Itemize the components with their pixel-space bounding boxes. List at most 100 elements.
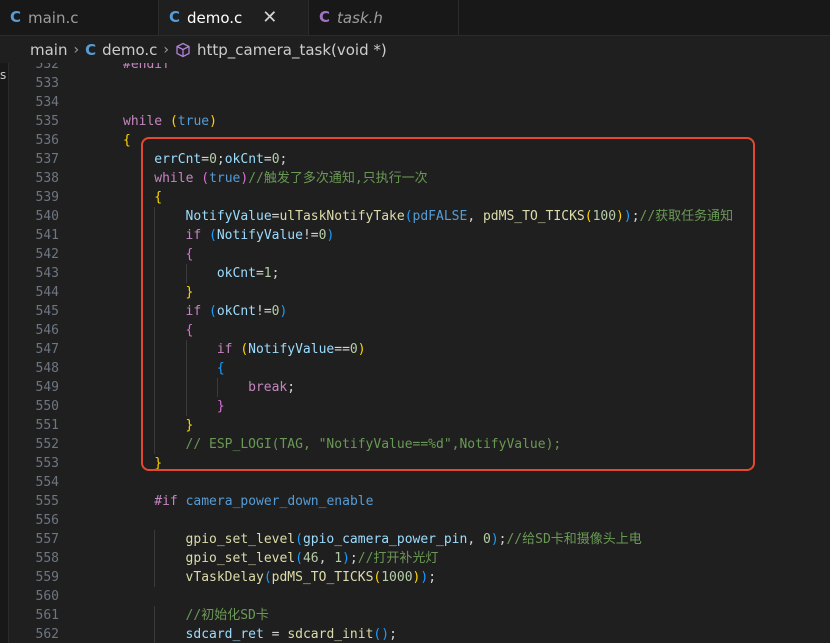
tab-task-h[interactable]: C task.h [309, 0, 459, 35]
indent-guide [154, 302, 156, 321]
code-text: } [154, 456, 163, 471]
code-line[interactable]: 562 sdcard_ret = sdcard_init(); [9, 625, 830, 643]
code-line[interactable]: 532 #endif [9, 63, 830, 74]
code-text: gpio_set_level(46, 1);//打开补光灯 [185, 551, 439, 566]
code-line[interactable]: 555 #if camera_power_down_enable [9, 492, 830, 511]
indent-guide [185, 359, 187, 378]
code-text: if (NotifyValue!=0) [185, 228, 335, 243]
code-line[interactable]: 537 errCnt=0;okCnt=0; [9, 150, 830, 169]
indent-guide [185, 264, 187, 283]
code-line[interactable]: 552 // ESP_LOGI(TAG, "NotifyValue==%d",No… [9, 435, 830, 454]
code-line[interactable]: 533 [9, 74, 830, 93]
code-line[interactable]: 538 while (true)//触发了多次通知,只执行一次 [9, 169, 830, 188]
indent-guide [154, 416, 156, 435]
line-number: 545 [35, 304, 59, 319]
code-text: { [216, 361, 225, 376]
code-text: break; [248, 380, 296, 395]
line-number: 539 [35, 190, 59, 205]
line-number: 540 [35, 209, 59, 224]
chevron-right-icon: › [163, 41, 170, 58]
code-text: } [216, 399, 225, 414]
breadcrumb: main › C demo.c › http_camera_task(void … [0, 36, 830, 63]
indent-guide [154, 207, 156, 226]
code-line[interactable]: 540 NotifyValue=ulTaskNotifyTake(pdFALSE,… [9, 207, 830, 226]
code-line[interactable]: 559 vTaskDelay(pdMS_TO_TICKS(1000)); [9, 568, 830, 587]
c-file-icon: C [319, 8, 331, 26]
tab-demo-c[interactable]: C demo.c ✕ [159, 0, 309, 35]
code-line[interactable]: 549 break; [9, 378, 830, 397]
code-editor[interactable]: 532 #endif 533 534 535 while (true) 536 {537 err… [9, 63, 830, 643]
tab-label: task.h [337, 8, 383, 27]
breadcrumb-symbol[interactable]: http_camera_task(void *) [197, 41, 387, 59]
code-line[interactable]: 554 [9, 473, 830, 492]
code-line[interactable]: 539 { [9, 188, 830, 207]
code-line[interactable]: 543 okCnt=1; [9, 264, 830, 283]
c-file-icon: C [10, 8, 22, 26]
code-line[interactable]: 535 while (true) [9, 112, 830, 131]
line-number: 538 [35, 171, 59, 186]
code-line[interactable]: 560 [9, 587, 830, 606]
code-text: while (true)//触发了多次通知,只执行一次 [154, 171, 428, 186]
method-cube-icon [175, 42, 191, 58]
indent-guide [154, 378, 156, 397]
indent-guide [154, 625, 156, 643]
line-number: 544 [35, 285, 59, 300]
code-text: errCnt=0;okCnt=0; [154, 152, 288, 167]
code-text: { [154, 190, 163, 205]
line-number: 554 [35, 475, 59, 490]
code-line[interactable]: 553} [9, 454, 830, 473]
code-line[interactable]: 558 gpio_set_level(46, 1);//打开补光灯 [9, 549, 830, 568]
line-number: 534 [35, 95, 59, 110]
code-line[interactable]: 541 if (NotifyValue!=0) [9, 226, 830, 245]
tab-main-c[interactable]: C main.c [0, 0, 159, 35]
code-line[interactable]: 547 if (NotifyValue==0) [9, 340, 830, 359]
indent-guide [154, 226, 156, 245]
line-number: 533 [35, 76, 59, 91]
line-number: 562 [35, 627, 59, 642]
indent-guide [154, 530, 156, 549]
code-line[interactable]: 546 { [9, 321, 830, 340]
code-line[interactable]: 548 { [9, 359, 830, 378]
line-number: 535 [35, 114, 59, 129]
line-number: 536 [35, 133, 59, 148]
code-line[interactable]: 545 if (okCnt!=0) [9, 302, 830, 321]
indent-guide [154, 568, 156, 587]
chevron-right-icon: › [73, 41, 80, 58]
indent-guide [185, 340, 187, 359]
line-number: 558 [35, 551, 59, 566]
code-text: #endif [123, 63, 170, 72]
code-line[interactable]: 550} [9, 397, 830, 416]
line-number: 541 [35, 228, 59, 243]
close-icon[interactable]: ✕ [262, 7, 277, 28]
line-number: 560 [35, 589, 59, 604]
code-text: { [185, 247, 194, 262]
code-line[interactable]: 536 { [9, 131, 830, 150]
indent-guide [216, 378, 218, 397]
code-line[interactable]: 542 { [9, 245, 830, 264]
code-line[interactable]: 534 [9, 93, 830, 112]
indent-guide [154, 321, 156, 340]
code-text: vTaskDelay(pdMS_TO_TICKS(1000)); [185, 570, 437, 585]
line-number: 546 [35, 323, 59, 338]
code-text: if (NotifyValue==0) [216, 342, 366, 357]
line-number: 549 [35, 380, 59, 395]
tab-label: demo.c [187, 8, 243, 27]
c-file-icon: C [169, 8, 181, 26]
code-text: while (true) [123, 114, 217, 129]
code-line[interactable]: 561 //初始化SD卡 [9, 606, 830, 625]
sidebar-edge: s [0, 63, 9, 643]
indent-guide [154, 397, 156, 416]
breadcrumb-folder[interactable]: main [30, 41, 67, 59]
line-number: 548 [35, 361, 59, 376]
code-line[interactable]: 557 gpio_set_level(gpio_camera_power_pin,… [9, 530, 830, 549]
code-line[interactable]: 556 [9, 511, 830, 530]
indent-guide [154, 264, 156, 283]
line-number: 542 [35, 247, 59, 262]
code-line[interactable]: 551} [9, 416, 830, 435]
line-number: 555 [35, 494, 59, 509]
line-number: 552 [35, 437, 59, 452]
breadcrumb-file[interactable]: demo.c [102, 41, 157, 59]
line-number: 551 [35, 418, 59, 433]
indent-guide [154, 549, 156, 568]
code-line[interactable]: 544} [9, 283, 830, 302]
